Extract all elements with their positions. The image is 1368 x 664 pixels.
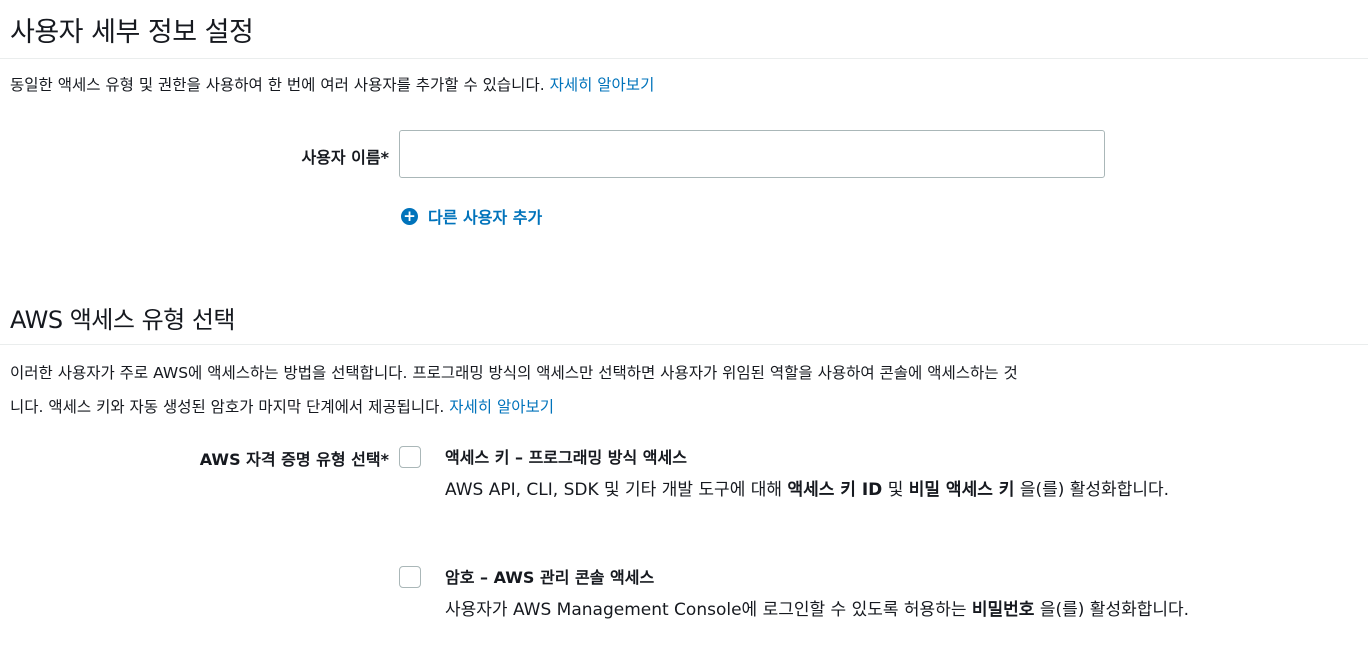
user-details-description: 동일한 액세스 유형 및 권한을 사용하여 한 번에 여러 사용자를 추가할 수…: [10, 68, 654, 102]
add-another-user-button[interactable]: + 다른 사용자 추가: [401, 204, 542, 228]
password-desc-prefix: 사용자가 AWS Management Console에 로그인할 수 있도록 …: [445, 600, 967, 620]
access-key-checkbox[interactable]: [399, 446, 421, 468]
credential-type-label: AWS 자격 증명 유형 선택*: [199, 450, 389, 469]
password-description: 사용자가 AWS Management Console에 로그인할 수 있도록 …: [445, 594, 1325, 626]
access-type-description-line2-text: 니다. 액세스 키와 자동 생성된 암호가 마지막 단계에서 제공됩니다.: [10, 398, 445, 416]
password-bold-text: 비밀번호: [971, 600, 1035, 620]
secret-access-key-text: 비밀 액세스 키: [908, 480, 1015, 500]
access-key-description: AWS API, CLI, SDK 및 기타 개발 도구에 대해 액세스 키 I…: [445, 474, 1325, 506]
access-key-desc-mid: 및: [887, 480, 904, 500]
access-type-title: AWS 액세스 유형 선택: [10, 306, 236, 334]
access-key-id-text: 액세스 키 ID: [787, 480, 883, 500]
password-checkbox[interactable]: [399, 566, 421, 588]
access-type-description-line2: 니다. 액세스 키와 자동 생성된 암호가 마지막 단계에서 제공됩니다. 자세…: [10, 390, 554, 424]
username-label: 사용자 이름*: [301, 148, 389, 167]
learn-more-link[interactable]: 자세히 알아보기: [550, 76, 655, 94]
access-learn-more-link[interactable]: 자세히 알아보기: [449, 398, 554, 416]
access-key-title: 액세스 키 – 프로그래밍 방식 액세스: [445, 448, 687, 467]
access-type-description-line1: 이러한 사용자가 주로 AWS에 액세스하는 방법을 선택합니다. 프로그래밍 …: [10, 364, 1018, 382]
access-key-desc-prefix: AWS API, CLI, SDK 및 기타 개발 도구에 대해: [445, 480, 783, 500]
access-key-desc-suffix: 을(를) 활성화합니다.: [1019, 480, 1170, 500]
user-details-description-text: 동일한 액세스 유형 및 권한을 사용하여 한 번에 여러 사용자를 추가할 수…: [10, 76, 545, 94]
username-input[interactable]: [399, 130, 1105, 178]
user-details-title: 사용자 세부 정보 설정: [10, 17, 254, 48]
plus-circle-icon: +: [401, 207, 418, 225]
password-desc-suffix: 을(를) 활성화합니다.: [1039, 600, 1190, 620]
access-divider: [0, 344, 1368, 345]
password-title: 암호 – AWS 관리 콘솔 액세스: [445, 568, 655, 587]
title-divider: [0, 58, 1368, 59]
add-user-label: 다른 사용자 추가: [428, 208, 543, 227]
